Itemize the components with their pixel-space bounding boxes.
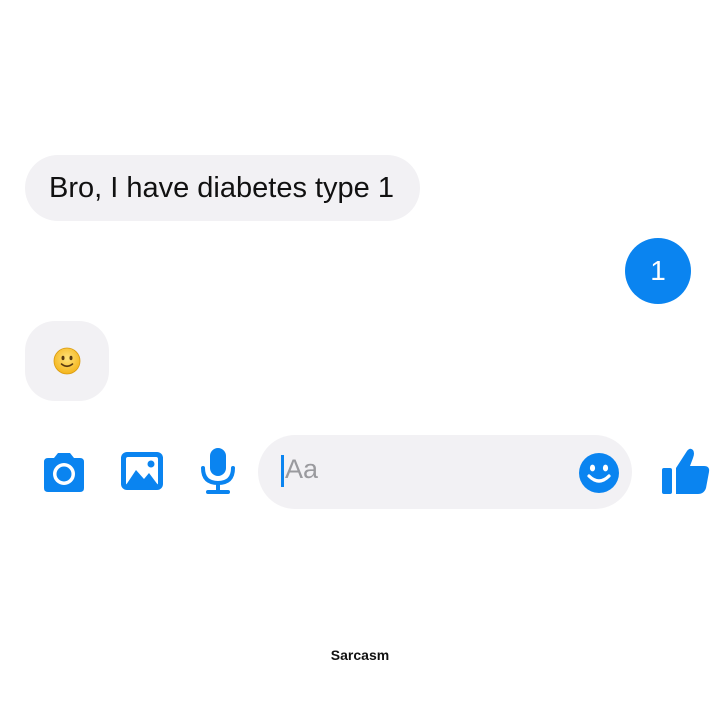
like-button[interactable] — [660, 446, 712, 496]
text-caret — [281, 455, 284, 487]
caption-text: Sarcasm — [330, 647, 390, 663]
emoji-reply-bubble — [25, 321, 109, 401]
emoji-icon[interactable] — [578, 452, 620, 494]
thumbs-up-icon — [662, 448, 710, 494]
microphone-icon — [201, 448, 235, 494]
gallery-button[interactable] — [119, 450, 165, 492]
message-placeholder: Aa — [285, 454, 319, 484]
camera-icon — [44, 453, 84, 492]
image-icon — [121, 452, 163, 490]
received-message-text: Bro, I have diabetes type 1 — [49, 171, 394, 204]
sent-message-bubble: 1 — [625, 238, 691, 304]
received-message-bubble: Bro, I have diabetes type 1 — [25, 155, 420, 221]
slightly-smiling-face-icon — [53, 347, 81, 375]
camera-button[interactable] — [40, 450, 88, 494]
sent-message-text: 1 — [650, 255, 666, 286]
message-input[interactable]: Aa — [258, 435, 632, 509]
microphone-button[interactable] — [196, 446, 240, 496]
